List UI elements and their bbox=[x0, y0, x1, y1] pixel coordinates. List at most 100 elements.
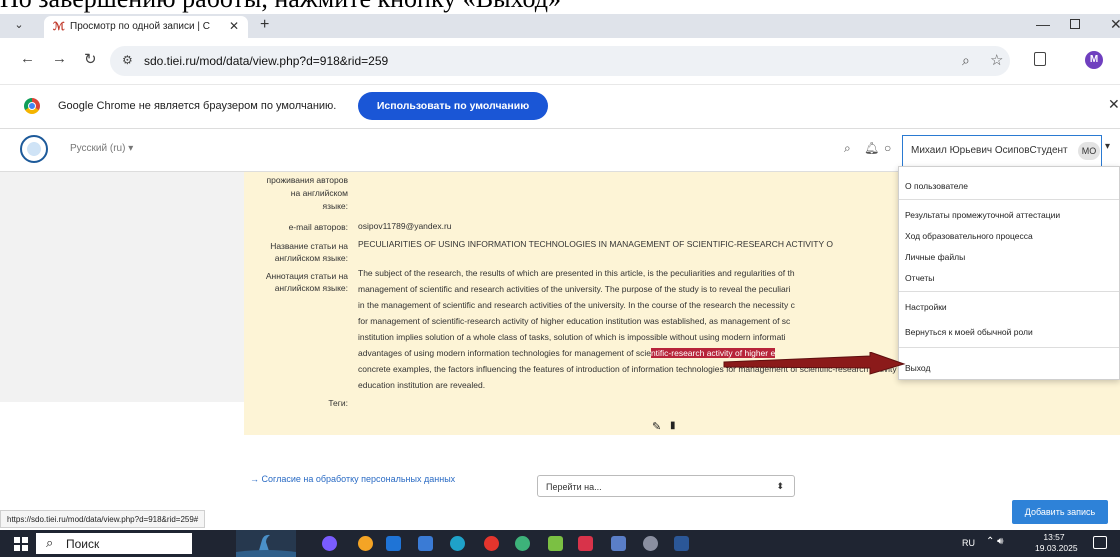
forward-arrow-icon[interactable]: → bbox=[52, 50, 67, 67]
add-record-button[interactable]: Добавить запись bbox=[1012, 500, 1108, 524]
field-label-english-1: на английском bbox=[290, 188, 348, 198]
zoom-icon[interactable]: ⌕ bbox=[962, 52, 970, 69]
abstract-line: management of scientific and research ac… bbox=[358, 284, 791, 294]
edit-pencil-icon[interactable]: ✎ bbox=[652, 420, 661, 433]
messages-icon[interactable]: ○ bbox=[884, 141, 891, 155]
heron-widget-icon[interactable] bbox=[236, 530, 296, 557]
user-dropdown-menu: О пользователе Результаты промежуточной … bbox=[898, 166, 1120, 380]
menu-item-return-role[interactable]: Вернуться к моей обычной роли bbox=[905, 327, 1033, 337]
screenshot: По завершению работы, нажмите кнопку «Вы… bbox=[0, 0, 1120, 557]
taskbar-search-input[interactable]: ⌕ Поиск bbox=[36, 533, 192, 554]
word-icon[interactable] bbox=[674, 536, 689, 551]
field-label-title-1: Название статьи на bbox=[270, 241, 348, 251]
clock[interactable]: 13:57 19.03.2025 bbox=[1035, 532, 1078, 554]
tab-title: Просмотр по одной записи | С bbox=[70, 21, 210, 32]
window-close-icon[interactable]: ✕ bbox=[1110, 16, 1120, 33]
field-value-title: PECULIARITIES OF USING INFORMATION TECHN… bbox=[358, 239, 833, 249]
search-icon[interactable]: ⌕ bbox=[844, 141, 851, 156]
language-menu[interactable]: Русский (ru) ▾ bbox=[70, 143, 133, 154]
abstract-line: in the management of scientific and rese… bbox=[358, 300, 795, 310]
tray-volume-icon[interactable]: ⌃ 🔊︎ bbox=[986, 536, 1003, 547]
keyboard-language[interactable]: RU bbox=[962, 538, 975, 548]
abstract-line-start: advantages of using modern information t… bbox=[358, 348, 651, 358]
store-icon[interactable] bbox=[418, 536, 433, 551]
menu-item-reports[interactable]: Отчеты bbox=[905, 273, 934, 283]
jump-to-select[interactable]: Перейти на... ⬍ bbox=[537, 475, 795, 497]
browser-toolbar: ← → ↻ ⚙ sdo.tiei.ru/mod/data/view.php?d=… bbox=[0, 38, 1120, 84]
consent-link[interactable]: → Согласие на обработку персональных дан… bbox=[250, 474, 455, 484]
field-value-email: osipov11789@yandex.ru bbox=[358, 221, 452, 231]
reload-icon[interactable]: ↻ bbox=[84, 50, 97, 68]
infobar-close-icon[interactable]: ✕ bbox=[1108, 96, 1120, 113]
jump-to-select-value: Перейти на... bbox=[546, 482, 602, 492]
taskbar-app-icon[interactable] bbox=[643, 536, 658, 551]
taskbar-app-icon[interactable] bbox=[358, 536, 373, 551]
window-minimize-icon[interactable]: — bbox=[1036, 16, 1050, 32]
abstract-line: institution implies solution of a whole … bbox=[358, 332, 786, 342]
window-maximize-icon[interactable] bbox=[1070, 19, 1080, 29]
url-text[interactable]: sdo.tiei.ru/mod/data/view.php?d=918&rid=… bbox=[144, 54, 388, 68]
delete-trash-icon[interactable]: ▮ bbox=[670, 420, 676, 431]
menu-item-preferences[interactable]: Настройки bbox=[905, 302, 947, 312]
profile-avatar[interactable]: M bbox=[1085, 51, 1103, 69]
browser-tab-active[interactable]: ℳ Просмотр по одной записи | С ✕ bbox=[44, 16, 248, 38]
select-caret-icon: ⬍ bbox=[776, 481, 784, 491]
set-default-button[interactable]: Использовать по умолчанию bbox=[358, 92, 548, 120]
infobar-message: Google Chrome не является браузером по у… bbox=[58, 100, 337, 112]
menu-item-profile[interactable]: О пользователе bbox=[905, 181, 968, 191]
taskbar-app-icon[interactable] bbox=[515, 536, 530, 551]
menu-divider bbox=[899, 199, 1119, 200]
default-browser-infobar: Google Chrome не является браузером по у… bbox=[0, 84, 1120, 128]
edge-icon[interactable] bbox=[450, 536, 465, 551]
taskbar-app-icon[interactable] bbox=[611, 536, 626, 551]
field-label-title-2: английском языке: bbox=[274, 253, 348, 263]
annotation-arrow-icon bbox=[723, 352, 906, 375]
menu-divider bbox=[899, 347, 1119, 348]
site-favicon-icon: ℳ bbox=[53, 21, 65, 33]
status-bar-url: https://sdo.tiei.ru/mod/data/view.php?d=… bbox=[0, 510, 206, 528]
field-label-email: e-mail авторов: bbox=[288, 222, 348, 232]
user-menu-caret-icon[interactable]: ▾ bbox=[1105, 141, 1110, 152]
address-bar[interactable]: ⚙ sdo.tiei.ru/mod/data/view.php?d=918&ri… bbox=[110, 46, 1010, 76]
taskbar-search-placeholder: Поиск bbox=[66, 537, 100, 551]
field-label-abstract-1: Аннотация статьи на bbox=[265, 271, 348, 281]
taskbar-app-icon[interactable] bbox=[322, 536, 337, 551]
outlook-icon[interactable] bbox=[386, 536, 401, 551]
browser-tab-strip: ⌄ ℳ Просмотр по одной записи | С ✕ + — ✕ bbox=[0, 14, 1120, 38]
menu-divider bbox=[899, 291, 1119, 292]
menu-item-logout[interactable]: Выход bbox=[905, 363, 930, 373]
user-menu-toggle[interactable]: Михаил Юрьевич ОсиповСтудент bbox=[902, 135, 1102, 167]
abstract-line: The subject of the research, the results… bbox=[358, 268, 795, 278]
notification-center-icon[interactable] bbox=[1093, 536, 1107, 549]
instruction-caption: По завершению работы, нажмите кнопку «Вы… bbox=[0, 0, 561, 14]
back-arrow-icon[interactable]: ← bbox=[20, 50, 35, 67]
menu-item-progress[interactable]: Ход образовательного процесса bbox=[905, 231, 1033, 241]
taskbar-app-icon[interactable] bbox=[548, 536, 563, 551]
menu-item-files[interactable]: Личные файлы bbox=[905, 252, 965, 262]
user-full-name: Михаил Юрьевич ОсиповСтудент bbox=[911, 145, 1068, 156]
tab-close-icon[interactable]: ✕ bbox=[229, 19, 239, 33]
field-label-tags: Теги: bbox=[328, 398, 348, 408]
field-label-english-2: языке: bbox=[322, 201, 348, 211]
menu-item-grades[interactable]: Результаты промежуточной аттестации bbox=[905, 210, 1060, 220]
field-label-residence: проживания авторов bbox=[266, 175, 348, 185]
clock-date: 19.03.2025 bbox=[1035, 543, 1078, 553]
user-avatar[interactable]: МО bbox=[1078, 142, 1100, 160]
site-logo[interactable] bbox=[20, 135, 48, 163]
yandex-icon[interactable] bbox=[484, 536, 499, 551]
powerpoint-icon[interactable] bbox=[578, 536, 593, 551]
windows-taskbar: ⌕ Поиск RU ⌃ 🔊︎ 13:57 19.03.2025 bbox=[0, 530, 1120, 557]
new-tab-button[interactable]: + bbox=[260, 16, 269, 34]
bookmark-star-icon[interactable]: ☆ bbox=[990, 51, 1003, 69]
clock-time: 13:57 bbox=[1043, 532, 1065, 542]
search-icon: ⌕ bbox=[46, 535, 54, 550]
abstract-line: education institution are revealed. bbox=[358, 380, 486, 390]
left-drawer-area bbox=[0, 172, 244, 402]
extensions-icon[interactable] bbox=[1034, 52, 1046, 66]
chrome-logo-icon bbox=[24, 98, 40, 114]
windows-start-icon[interactable] bbox=[14, 537, 28, 551]
tab-search-chevron-icon[interactable]: ⌄ bbox=[10, 18, 28, 34]
notifications-bell-icon[interactable]: 🔔︎ bbox=[864, 141, 879, 155]
field-label-abstract-2: английском языке: bbox=[274, 283, 348, 293]
site-settings-icon[interactable]: ⚙ bbox=[122, 53, 133, 67]
